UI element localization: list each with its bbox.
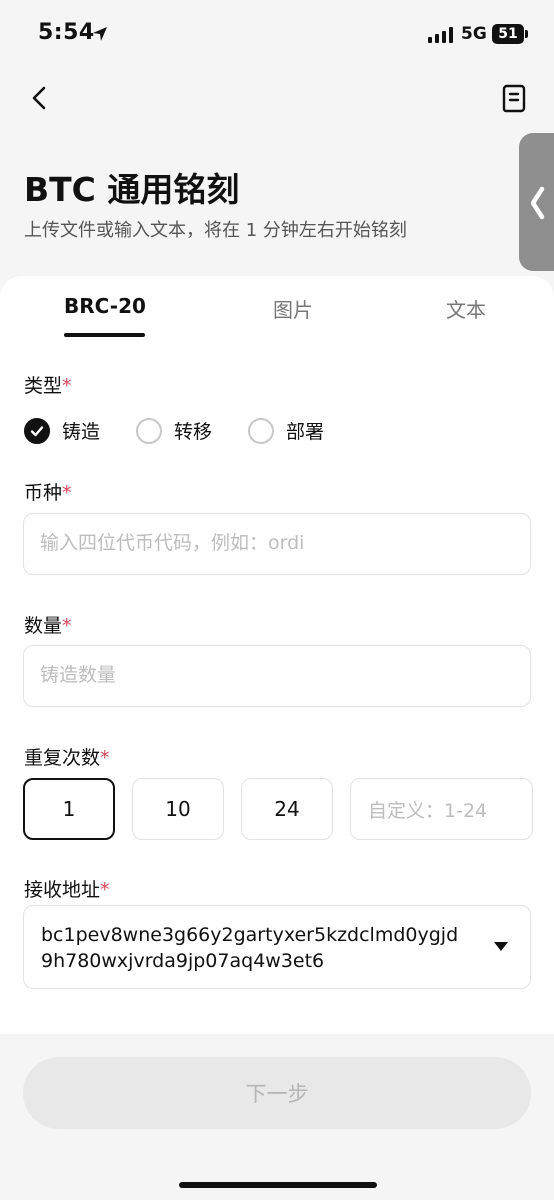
tab-text[interactable]: 文本 xyxy=(446,294,486,323)
amount-label: 数量* xyxy=(24,611,72,638)
history-button[interactable] xyxy=(496,80,532,116)
type-label-text: 类型 xyxy=(24,375,63,397)
chevron-left-icon xyxy=(32,86,46,110)
home-indicator xyxy=(179,1182,377,1188)
radio-mint-label: 铸造 xyxy=(62,421,101,443)
repeat-options: 1 10 24 自定义：1-24 xyxy=(23,778,533,840)
token-label: 币种* xyxy=(24,478,72,505)
tab-brc20[interactable]: BRC-20 xyxy=(64,294,146,318)
status-bar: 5:54 5G 51 xyxy=(0,0,554,70)
radio-deploy-label: 部署 xyxy=(286,421,325,443)
radio-circle-icon xyxy=(136,417,163,444)
form-card: BRC-20 图片 文本 类型* 铸造 转移 部署 币种* 输入四位代币代码，例… xyxy=(0,276,554,1034)
battery-icon: 51 xyxy=(492,24,524,44)
page-title: BTC 通用铭刻 xyxy=(24,170,240,209)
network-type: 5G xyxy=(461,24,487,44)
address-select[interactable]: bc1pev8wne3g66y2gartyxer5kzdclmd0ygjd9h7… xyxy=(23,905,531,989)
address-value: bc1pev8wne3g66y2gartyxer5kzdclmd0ygjd9h7… xyxy=(41,924,459,972)
radio-transfer-label: 转移 xyxy=(174,421,213,443)
radio-circle-icon xyxy=(248,417,275,444)
check-icon xyxy=(24,417,50,444)
next-step-button[interactable]: 下一步 xyxy=(23,1057,531,1129)
type-radio-group: 铸造 转移 部署 xyxy=(24,417,324,444)
repeat-option-1[interactable]: 1 xyxy=(23,778,115,840)
back-button[interactable] xyxy=(22,80,58,116)
radio-mint[interactable]: 铸造 xyxy=(24,417,100,444)
radio-deploy[interactable]: 部署 xyxy=(248,417,324,444)
chevron-left-icon xyxy=(530,186,545,220)
document-list-icon xyxy=(502,84,526,113)
amount-input[interactable]: 铸造数量 xyxy=(23,645,531,707)
repeat-option-10[interactable]: 10 xyxy=(132,778,224,840)
repeat-option-24[interactable]: 24 xyxy=(241,778,333,840)
status-time: 5:54 xyxy=(38,20,95,45)
token-label-text: 币种 xyxy=(24,482,63,504)
token-input[interactable]: 输入四位代币代码，例如：ordi xyxy=(23,513,531,575)
side-drawer-handle[interactable] xyxy=(519,133,554,271)
battery-cap xyxy=(525,30,528,38)
amount-label-text: 数量 xyxy=(24,615,63,637)
signal-icon xyxy=(428,27,453,43)
repeat-custom-input[interactable]: 自定义：1-24 xyxy=(350,778,533,840)
tab-image[interactable]: 图片 xyxy=(273,294,313,323)
page-subtitle: 上传文件或输入文本，将在 1 分钟左右开始铭刻 xyxy=(24,220,407,241)
tab-underline xyxy=(64,333,145,337)
required-mark: * xyxy=(100,879,110,901)
required-mark: * xyxy=(62,615,72,637)
required-mark: * xyxy=(62,375,72,397)
location-arrow-icon xyxy=(93,27,107,41)
address-label: 接收地址* xyxy=(24,875,110,902)
repeat-label: 重复次数* xyxy=(24,743,110,770)
type-label: 类型* xyxy=(24,371,72,398)
screen: 5:54 5G 51 BTC 通用铭刻 上传文件或输入文本，将在 1 分钟左右开… xyxy=(0,0,554,1200)
required-mark: * xyxy=(100,747,110,769)
tab-bar: BRC-20 图片 文本 xyxy=(0,276,554,338)
radio-transfer[interactable]: 转移 xyxy=(136,417,212,444)
required-mark: * xyxy=(62,482,72,504)
caret-down-icon xyxy=(494,942,508,951)
address-label-text: 接收地址 xyxy=(24,879,101,901)
repeat-label-text: 重复次数 xyxy=(24,747,101,769)
